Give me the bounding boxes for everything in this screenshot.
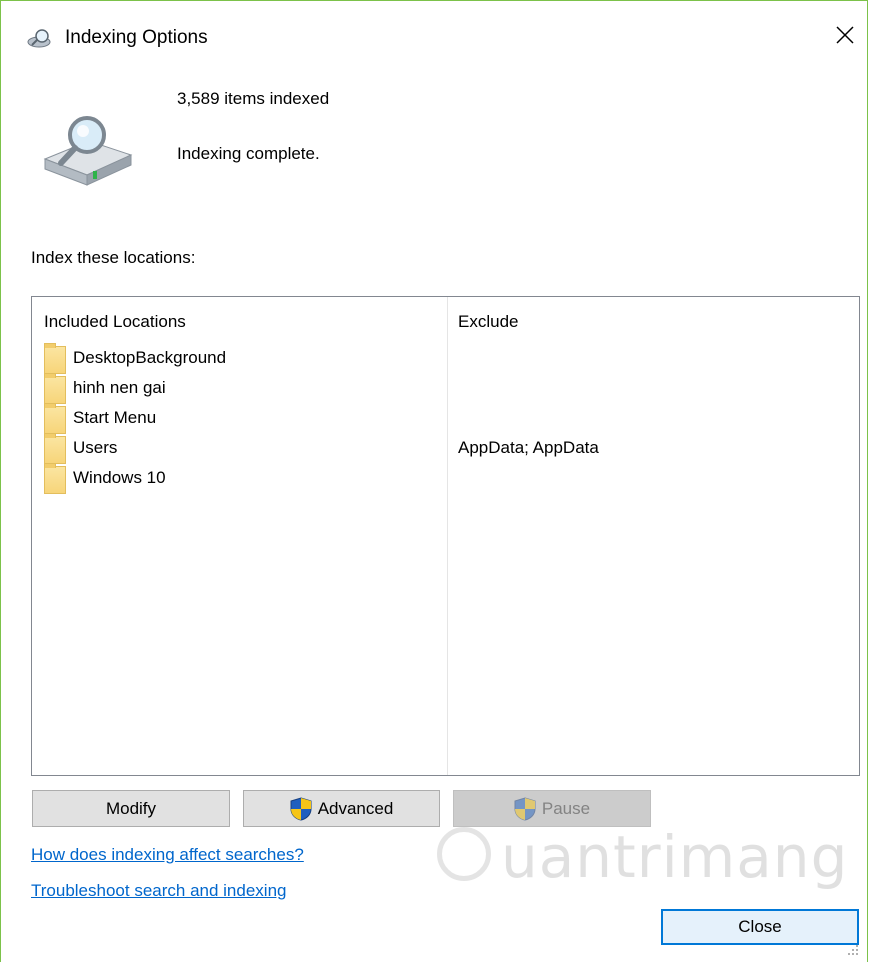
indexing-status: Indexing complete. (177, 144, 320, 163)
modify-button[interactable]: Modify (32, 790, 230, 827)
window-title: Indexing Options (65, 27, 208, 48)
resize-grip-icon[interactable] (847, 944, 859, 956)
pause-button-label: Pause (541, 798, 591, 818)
folder-icon (44, 463, 66, 494)
location-exclude: AppData; AppData (458, 438, 599, 457)
locations-label: Index these locations: (31, 248, 196, 267)
indexing-options-window: Indexing Options 3,589 items indexed Ind… (0, 0, 868, 962)
watermark-text: uantrimang (501, 823, 849, 891)
items-indexed-count: 3,589 items indexed (177, 89, 330, 108)
location-rows: DesktopBackground hinh nen gai Start Men… (44, 343, 844, 494)
folder-icon (44, 343, 66, 374)
location-row[interactable]: DesktopBackground (44, 343, 844, 374)
close-button-label: Close (738, 917, 782, 936)
advanced-button[interactable]: Advanced (243, 790, 440, 827)
folder-icon (44, 433, 66, 464)
modify-button-label: Modify (105, 798, 157, 818)
location-name: Start Menu (73, 408, 157, 427)
search-drive-icon (43, 116, 133, 186)
close-icon[interactable] (829, 19, 861, 51)
uac-shield-icon (290, 796, 312, 821)
uac-shield-icon (514, 796, 536, 821)
folder-icon (44, 403, 66, 434)
troubleshoot-link[interactable]: Troubleshoot search and indexing (31, 881, 286, 901)
column-header-exclude[interactable]: Exclude (458, 312, 518, 332)
location-row[interactable]: Start Menu (44, 403, 844, 434)
how-indexing-affects-link[interactable]: How does indexing affect searches? (31, 845, 304, 865)
close-button[interactable]: Close (661, 909, 859, 945)
column-header-included[interactable]: Included Locations (44, 312, 186, 332)
location-name: Windows 10 (73, 468, 166, 487)
location-name: Users (73, 438, 118, 457)
indexing-options-icon (27, 29, 51, 48)
advanced-button-label: Advanced (317, 798, 394, 818)
location-name: hinh nen gai (73, 378, 166, 397)
title-bar: Indexing Options (1, 1, 867, 77)
location-name: DesktopBackground (73, 348, 227, 367)
watermark: uantrimang (437, 819, 847, 899)
watermark-bulb-icon (437, 827, 491, 881)
location-row[interactable]: Users AppData; AppData (44, 433, 844, 464)
locations-list[interactable]: Included Locations Exclude DesktopBackgr… (31, 296, 860, 776)
location-row[interactable]: hinh nen gai (44, 373, 844, 404)
folder-icon (44, 373, 66, 404)
location-row[interactable]: Windows 10 (44, 463, 844, 494)
